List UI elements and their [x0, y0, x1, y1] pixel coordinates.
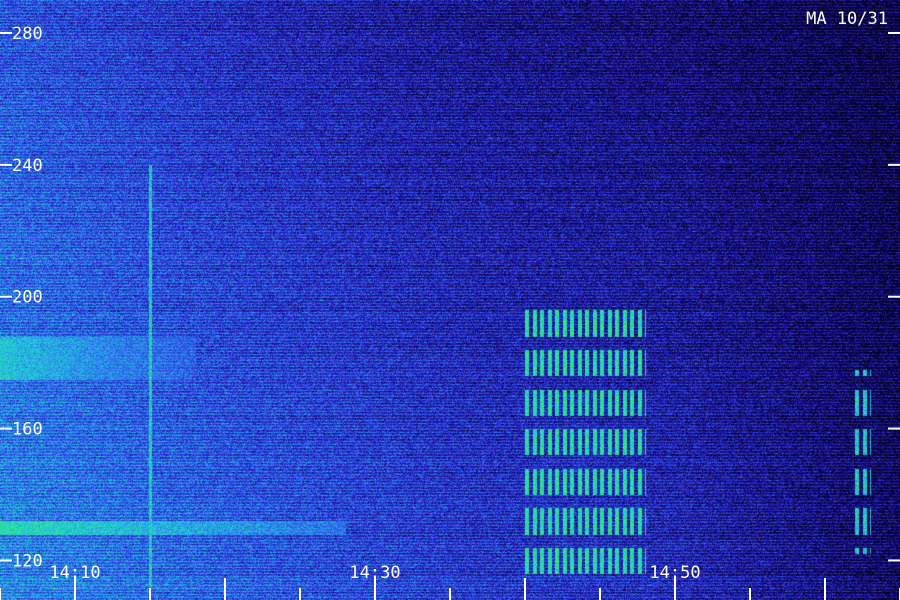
station-label: MA 10/31: [806, 9, 888, 29]
y-axis-left: 280 240 200 160 120: [0, 24, 43, 571]
axes-overlay: 280 240 200 160 120 14:10 14:30 14:50 MA 10/31: [0, 9, 900, 600]
x-tick-label: 14:10: [49, 563, 100, 583]
x-tick-label: 14:50: [649, 563, 700, 583]
y-tick-label: 160: [12, 420, 43, 440]
x-tick-label: 14:30: [349, 563, 400, 583]
y-tick-label: 200: [12, 288, 43, 308]
x-axis: 14:10 14:30 14:50: [0, 563, 900, 600]
y-tick-label: 240: [12, 156, 43, 176]
y-tick-label: 280: [12, 24, 43, 44]
y-axis-right: [888, 31, 900, 562]
y-tick-label: 120: [12, 551, 43, 571]
